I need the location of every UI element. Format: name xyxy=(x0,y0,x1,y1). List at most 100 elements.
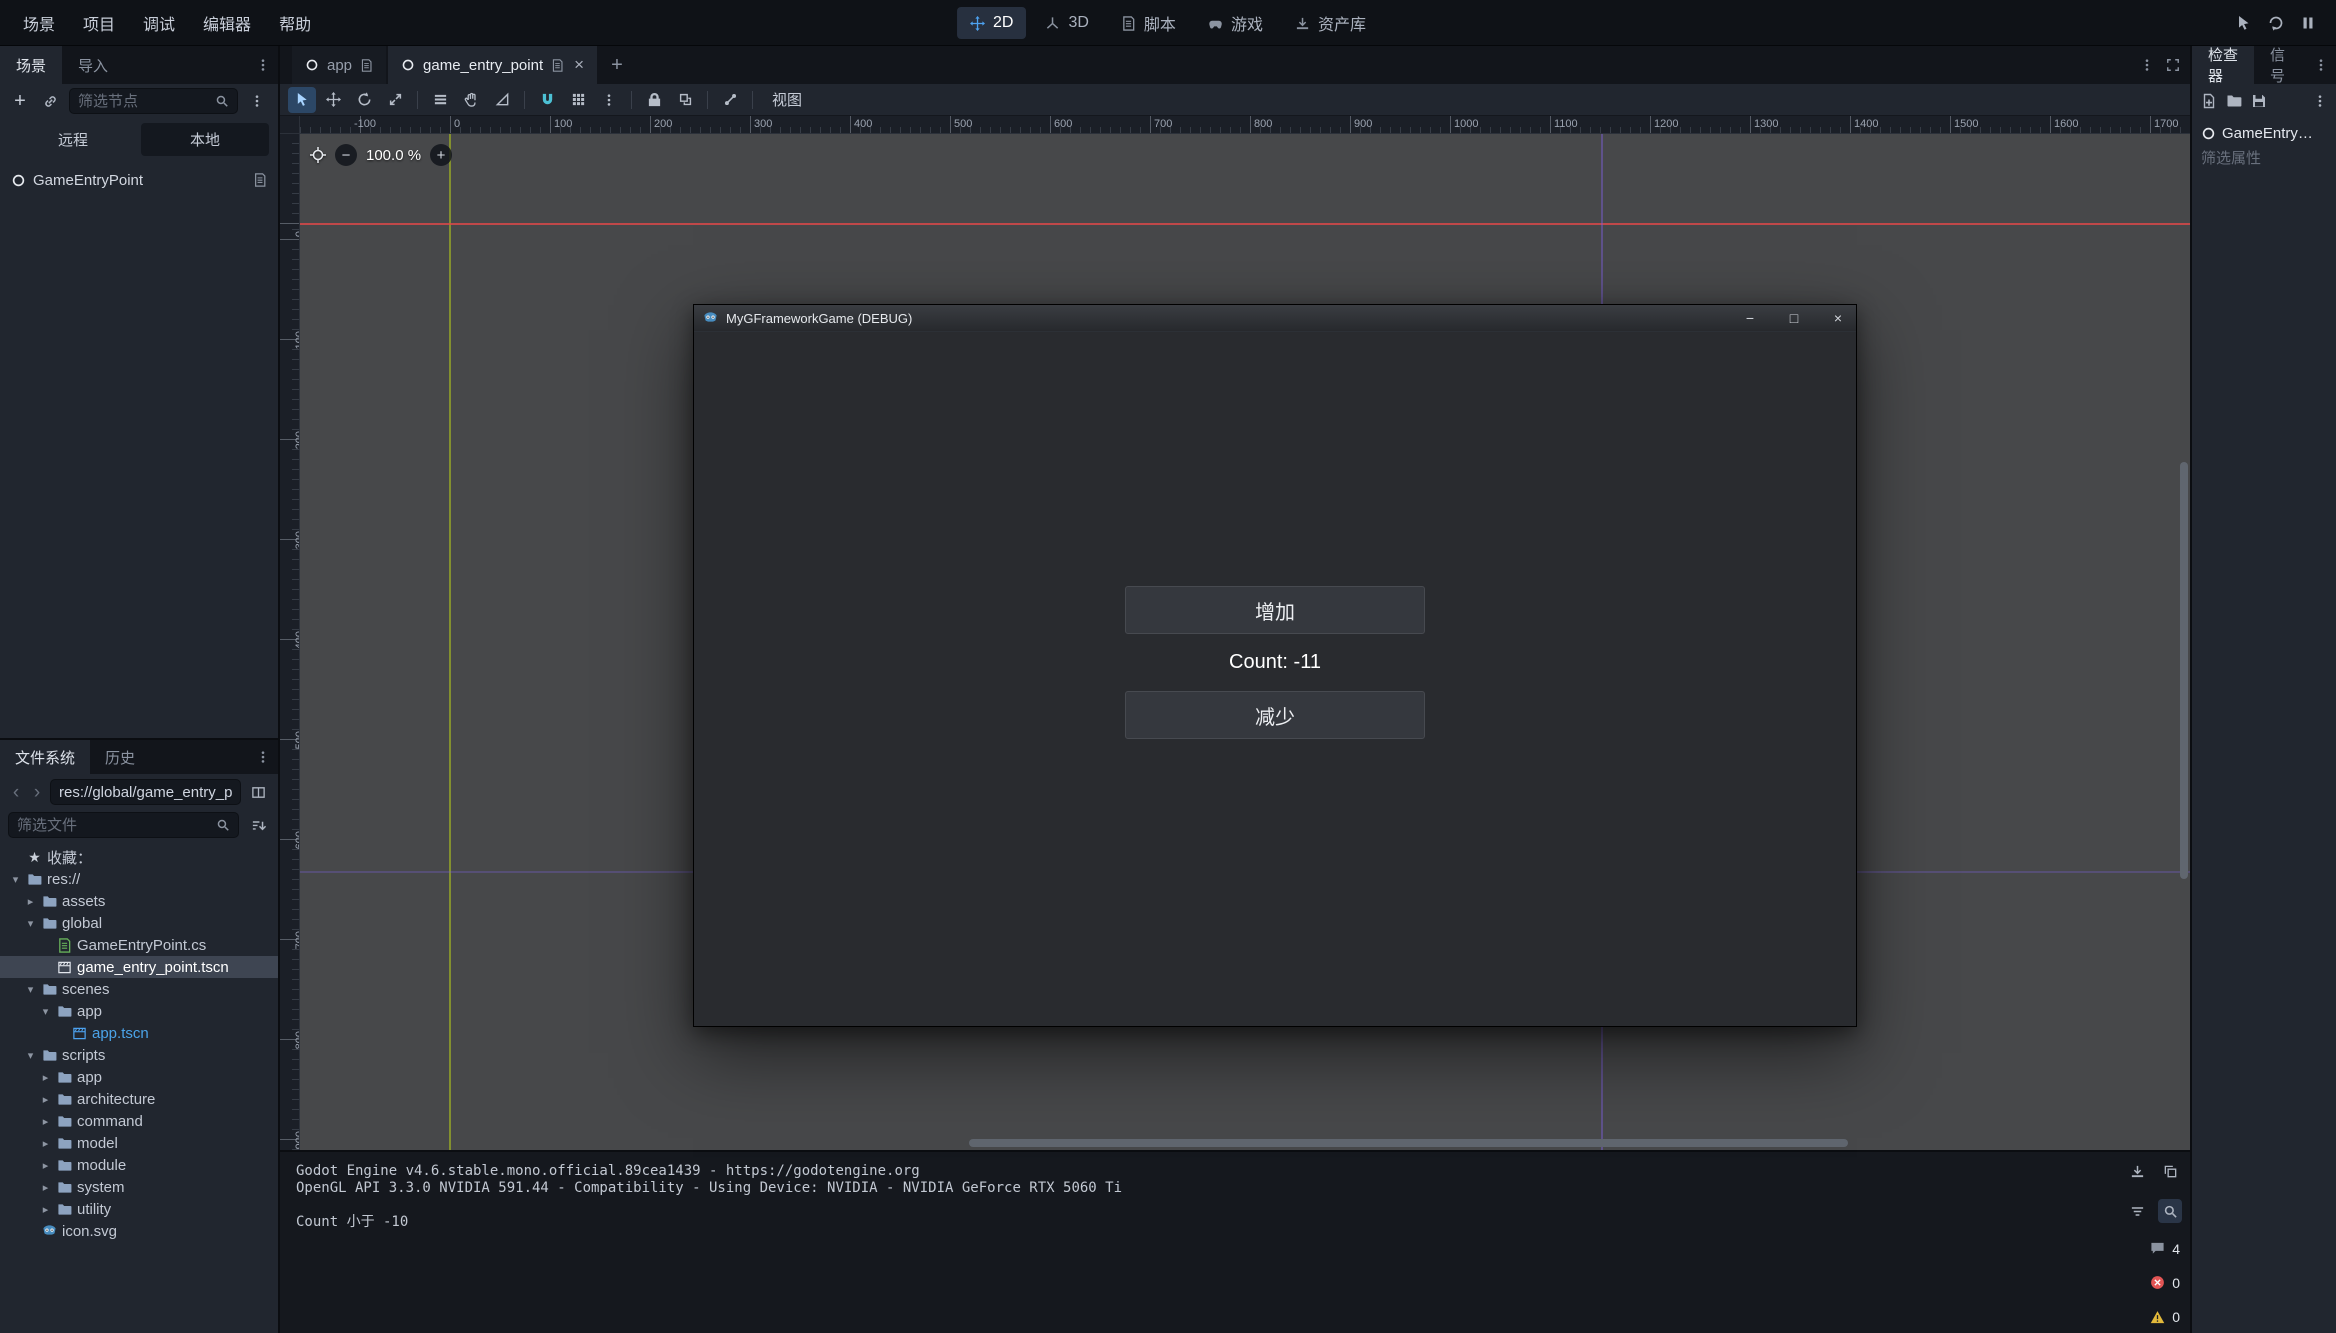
scene-tree-root-node[interactable]: GameEntryPoint xyxy=(0,165,278,195)
tab-inspector[interactable]: 检查器 xyxy=(2192,46,2254,84)
scene-dock-menu-button[interactable] xyxy=(245,89,269,113)
decrease-button[interactable]: 减少 xyxy=(1125,691,1425,739)
move-tool-button[interactable] xyxy=(319,87,347,113)
fs-item-architecture[interactable]: ▸ architecture xyxy=(0,1088,278,1110)
filter-nodes-field[interactable] xyxy=(69,88,238,114)
grid-snap-toggle[interactable] xyxy=(564,87,592,113)
fs-item-res-root[interactable]: ▾ res:// xyxy=(0,868,278,890)
vertical-ruler[interactable]: 0100200300400500600700800900 xyxy=(280,134,300,1150)
zoom-level[interactable]: 100.0 % xyxy=(366,147,421,164)
expand-arrow-icon[interactable]: ▸ xyxy=(39,1203,52,1216)
expand-arrow-icon[interactable]: ▸ xyxy=(39,1071,52,1084)
tab-list-menu-icon[interactable] xyxy=(2140,58,2154,72)
zoom-out-button[interactable]: − xyxy=(335,144,357,166)
group-selection-button[interactable] xyxy=(671,87,699,113)
minimize-button[interactable]: − xyxy=(1732,305,1768,331)
load-resource-folder-icon[interactable] xyxy=(2226,93,2242,109)
tab-scene-dock[interactable]: 场景 xyxy=(0,46,62,84)
fs-item-assets[interactable]: ▸ assets xyxy=(0,890,278,912)
center-view-icon[interactable] xyxy=(310,147,326,163)
output-panel[interactable]: Godot Engine v4.6.stable.mono.official.8… xyxy=(280,1150,2190,1333)
menu-editor[interactable]: 编辑器 xyxy=(190,4,264,42)
reload-icon[interactable] xyxy=(2268,15,2284,31)
expand-arrow-icon[interactable]: ▸ xyxy=(39,1181,52,1194)
new-scene-tab-button[interactable]: + xyxy=(599,46,635,84)
right-dock-menu-button[interactable] xyxy=(2306,46,2336,84)
instance-scene-button[interactable] xyxy=(38,89,62,113)
errors-badge[interactable]: 0 xyxy=(2148,1274,2182,1292)
rotate-tool-button[interactable] xyxy=(350,87,378,113)
expand-arrow-icon[interactable]: ▸ xyxy=(39,1159,52,1172)
maximize-button[interactable]: □ xyxy=(1776,305,1812,331)
pick-cursor-icon[interactable] xyxy=(2236,15,2252,31)
workspace-script-button[interactable]: 脚本 xyxy=(1108,4,1189,42)
fs-item-utility[interactable]: ▸ utility xyxy=(0,1198,278,1220)
fs-item-scenes[interactable]: ▾ scenes xyxy=(0,978,278,1000)
fs-item-icon-svg[interactable]: icon.svg xyxy=(0,1220,278,1242)
horizontal-ruler[interactable]: -100010020030040050060070080090010001100… xyxy=(300,116,2190,134)
menu-help[interactable]: 帮助 xyxy=(266,4,324,42)
fs-item-scenes-app[interactable]: ▾ app xyxy=(0,1000,278,1022)
expand-arrow-icon[interactable]: ▾ xyxy=(24,1049,37,1062)
menu-project[interactable]: 项目 xyxy=(70,4,128,42)
inspector-menu-dots-icon[interactable] xyxy=(2313,94,2327,108)
copy-log-button[interactable] xyxy=(2158,1159,2182,1183)
close-tab-icon[interactable]: × xyxy=(574,55,584,75)
forward-button[interactable]: › xyxy=(29,783,45,802)
tab-history[interactable]: 历史 xyxy=(90,740,150,774)
fs-item-model[interactable]: ▸ model xyxy=(0,1132,278,1154)
fs-item-scripts[interactable]: ▾ scripts xyxy=(0,1044,278,1066)
save-resource-icon[interactable] xyxy=(2251,93,2267,109)
game-window-titlebar[interactable]: MyGFrameworkGame (DEBUG) − □ × xyxy=(694,305,1856,331)
workspace-game-button[interactable]: 游戏 xyxy=(1195,4,1276,42)
expand-arrow-icon[interactable]: ▸ xyxy=(24,895,37,908)
horizontal-scrollbar[interactable] xyxy=(969,1139,1848,1147)
remote-button[interactable]: 远程 xyxy=(9,123,137,156)
scene-tab-app[interactable]: app xyxy=(292,46,386,84)
select-tool-button[interactable] xyxy=(288,87,316,113)
fs-item-system[interactable]: ▸ system xyxy=(0,1176,278,1198)
ruler-tool-button[interactable] xyxy=(488,87,516,113)
pause-icon[interactable] xyxy=(2300,15,2316,31)
lock-selection-button[interactable] xyxy=(640,87,668,113)
tab-signals[interactable]: 信号 xyxy=(2254,46,2306,84)
menu-debug[interactable]: 调试 xyxy=(130,4,188,42)
fs-item-scripts-app[interactable]: ▸ app xyxy=(0,1066,278,1088)
attached-script-icon[interactable] xyxy=(253,173,267,187)
collapse-duplicates-button[interactable] xyxy=(2125,1199,2149,1223)
search-messages-button[interactable] xyxy=(2158,1199,2182,1223)
game-window[interactable]: MyGFrameworkGame (DEBUG) − □ × 1.0× 输入 2… xyxy=(693,304,1857,1027)
expand-arrow-icon[interactable]: ▸ xyxy=(39,1137,52,1150)
new-resource-icon[interactable] xyxy=(2201,93,2217,109)
inspector-filter[interactable] xyxy=(2192,146,2336,172)
expand-viewport-icon[interactable] xyxy=(2166,58,2180,72)
snap-options-button[interactable] xyxy=(595,87,623,113)
tab-filesystem[interactable]: 文件系统 xyxy=(0,740,90,774)
split-view-button[interactable] xyxy=(246,780,270,804)
fs-item-global[interactable]: ▾ global xyxy=(0,912,278,934)
scene-tab-game-entry-point[interactable]: game_entry_point × xyxy=(388,46,597,84)
fs-item-gameentrypoint-cs[interactable]: GameEntryPoint.cs xyxy=(0,934,278,956)
filter-properties-input[interactable] xyxy=(2201,150,2327,167)
increase-button[interactable]: 增加 xyxy=(1125,586,1425,634)
messages-badge[interactable]: 4 xyxy=(2148,1240,2182,1258)
expand-arrow-icon[interactable]: ▾ xyxy=(24,917,37,930)
fs-item-app-tscn[interactable]: app.tscn xyxy=(0,1022,278,1044)
sort-files-button[interactable] xyxy=(246,813,270,837)
expand-arrow-icon[interactable]: ▾ xyxy=(24,983,37,996)
filter-files-input[interactable] xyxy=(17,817,210,834)
fs-favorites[interactable]: ★ 收藏： xyxy=(0,846,278,868)
fs-item-game-entry-point-tscn[interactable]: game_entry_point.tscn xyxy=(0,956,278,978)
pan-tool-button[interactable] xyxy=(457,87,485,113)
path-input[interactable] xyxy=(59,784,232,801)
filter-files-field[interactable] xyxy=(8,812,239,838)
workspace-2d-button[interactable]: 2D xyxy=(957,7,1026,39)
view-menu-button[interactable]: 视图 xyxy=(761,85,813,114)
expand-arrow-icon[interactable]: ▾ xyxy=(9,873,22,886)
list-select-button[interactable] xyxy=(426,87,454,113)
save-log-button[interactable] xyxy=(2125,1159,2149,1183)
back-button[interactable]: ‹ xyxy=(8,783,24,802)
add-node-button[interactable]: + xyxy=(9,90,31,113)
expand-arrow-icon[interactable]: ▸ xyxy=(39,1115,52,1128)
fs-item-command[interactable]: ▸ command xyxy=(0,1110,278,1132)
